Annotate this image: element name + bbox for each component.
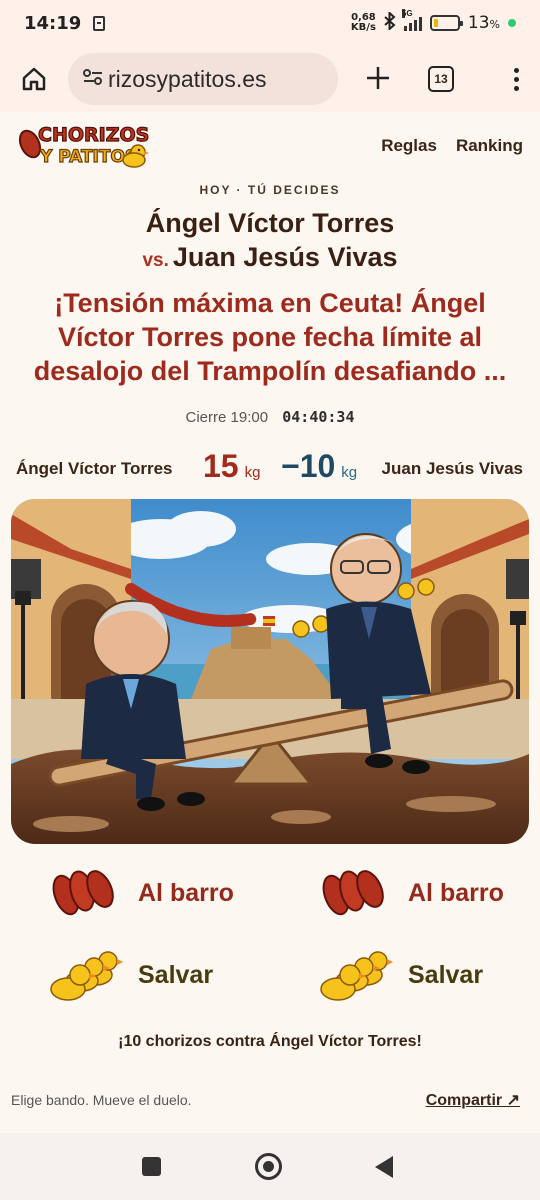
mud-button-left[interactable]: Al barro [50,863,234,923]
recents-icon[interactable] [142,1157,161,1176]
privacy-dot [508,19,516,27]
kicker: HOY · TÚ DECIDES [199,183,341,197]
status-indicators: 0,68 KB/s 5G 13% [351,9,516,35]
net-speed: 0,68 KB/s [351,13,376,33]
score-row: Ángel Víctor Torres 15 kg −10 kg Juan Jesú… [0,448,540,492]
sausage-icon [322,870,384,916]
mud-button-left-label: Al barro [138,878,234,907]
vs-label: vs. [142,250,169,271]
network-type: 5G [401,9,413,18]
nav-reglas[interactable]: Reglas [381,136,437,156]
countdown: Cierre 19:00 04:40:34 [0,408,540,426]
system-nav-bar [0,1133,540,1200]
duck-icon [320,951,393,1001]
duel-illustration [11,499,529,844]
countdown-timer: 04:40:34 [282,408,355,426]
address-bar[interactable]: rizosypatitos.es [68,53,338,105]
site-header: CHORIZOS Y PATITOS Reglas Ranking [0,118,540,178]
site-logo[interactable]: CHORIZOS Y PATITOS [18,120,150,172]
nav-ranking[interactable]: Ranking [456,136,523,156]
tabs-icon[interactable]: 13 [428,66,454,92]
status-bar: 14:19 0,68 KB/s 5G 13% [0,0,540,46]
bluetooth-icon [384,10,396,35]
close-time-label: Cierre 19:00 [185,409,269,426]
footer-hint: Elige bando. Mueve el duelo. [11,1092,192,1108]
home-nav-icon[interactable] [255,1153,282,1180]
share-link[interactable]: Compartir ↗ [426,1090,520,1110]
save-button-left[interactable]: Salvar [50,945,213,1005]
sausage-icon [52,870,114,916]
battery-percent: 13% [467,13,500,33]
site-nav: Reglas Ranking [381,136,523,156]
signal-icon: 5G [401,9,422,31]
browser-toolbar: rizosypatitos.es 13 [0,46,540,112]
player-b-title: Juan Jesús Vivas [172,242,398,272]
vote-message: ¡10 chorizos contra Ángel Víctor Torres! [118,1033,422,1050]
player-b-score: −10 kg [281,448,358,484]
player-b-line: vs. Juan Jesús Vivas [0,240,540,278]
player-b-name: Juan Jesús Vivas [381,459,523,478]
svg-text:Y PATITOS: Y PATITOS [39,147,137,167]
save-button-right-label: Salvar [408,960,484,989]
duel-pair: Ángel Víctor Torres vs. Juan Jesús Vivas [0,206,540,278]
svg-text:CHORIZOS: CHORIZOS [38,124,149,146]
save-button-left-label: Salvar [138,960,214,989]
mud-button-right[interactable]: Al barro [320,863,504,923]
news-headline[interactable]: ¡Tensión máxima en Ceuta! Ángel Víctor T… [22,286,518,388]
player-a-name: Ángel Víctor Torres [16,459,173,478]
home-icon[interactable] [18,63,50,95]
player-a-title: Ángel Víctor Torres [145,208,395,238]
more-vert-icon[interactable] [512,67,520,91]
player-a-score: 15 kg [203,448,261,484]
notification-icon [93,15,106,31]
site-settings-icon[interactable] [82,68,104,91]
net-speed-unit: KB/s [350,22,376,33]
plus-icon[interactable] [360,61,396,97]
duck-icon [50,951,123,1001]
save-button-right[interactable]: Salvar [320,945,483,1005]
back-icon[interactable] [375,1156,393,1178]
mud-button-right-label: Al barro [408,878,504,907]
battery-icon [429,15,463,31]
status-time: 14:19 [24,12,82,34]
url-text: rizosypatitos.es [108,65,267,92]
